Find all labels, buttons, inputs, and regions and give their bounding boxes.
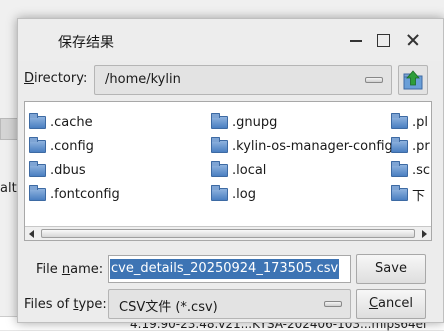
filename-label: File name: — [36, 262, 104, 277]
scroll-right-icon[interactable] — [418, 228, 430, 239]
directory-combo[interactable]: /home/kylin — [94, 65, 392, 95]
file-list-item[interactable]: .pr — [391, 136, 430, 156]
folder-icon — [29, 136, 46, 153]
file-name: .config — [50, 138, 94, 154]
folder-icon — [211, 112, 228, 129]
folder-icon — [29, 184, 46, 201]
folder-icon — [391, 136, 408, 153]
filename-input[interactable]: cve_details_20250924_173505.csv — [108, 255, 351, 283]
file-name: .fontconfig — [50, 186, 120, 202]
directory-label: Directory: — [24, 71, 88, 86]
file-list-item[interactable]: .dbus — [29, 160, 86, 180]
combo-handle-icon — [365, 77, 383, 83]
file-list-item[interactable]: .gnupg — [211, 112, 277, 132]
file-name: .local — [232, 162, 267, 178]
file-name: 下 — [412, 188, 426, 204]
directory-value: /home/kylin — [105, 72, 181, 87]
maximize-button[interactable] — [374, 31, 392, 49]
folder-icon — [391, 184, 408, 201]
scroll-left-icon[interactable] — [26, 228, 38, 239]
file-name: .dbus — [50, 162, 86, 178]
file-list-item[interactable]: 下 — [391, 184, 425, 204]
file-list-item[interactable]: .local — [211, 160, 266, 180]
file-name: .kylin-os-manager-config — [232, 138, 393, 154]
file-name: .pr — [412, 138, 430, 154]
close-button[interactable] — [404, 31, 422, 49]
file-name: .gnupg — [232, 114, 278, 130]
scrollbar-thumb[interactable] — [41, 229, 415, 238]
file-list[interactable]: .cache .config .dbus .fontconfig .gnupg .kyli… — [24, 101, 432, 241]
dialog-titlebar[interactable]: 保存结果 — [18, 19, 443, 61]
background-side-text: alt — [0, 181, 17, 196]
folder-icon — [391, 112, 408, 129]
filetype-label: Files of type: — [24, 297, 107, 312]
folder-icon — [211, 136, 228, 153]
file-list-item[interactable]: .cache — [29, 112, 93, 132]
file-name: .log — [232, 186, 256, 202]
cancel-button[interactable]: Cancel — [356, 289, 426, 319]
minimize-button[interactable] — [347, 31, 365, 49]
save-button[interactable]: Save — [356, 254, 426, 284]
combo-handle-icon — [324, 301, 342, 307]
file-list-item[interactable]: .pl — [391, 112, 428, 132]
horizontal-scrollbar[interactable] — [25, 226, 431, 240]
background-tab — [0, 118, 18, 140]
save-dialog: 保存结果 Directory: /home/kylin .cache .confi… — [17, 18, 444, 323]
filetype-value: CSV文件 (*.csv) — [119, 300, 218, 315]
file-name: .sc — [412, 162, 431, 178]
file-name: .pl — [412, 114, 428, 130]
folder-icon — [211, 184, 228, 201]
file-list-item[interactable]: .fontconfig — [29, 184, 120, 204]
file-name: .cache — [50, 114, 93, 130]
file-list-item[interactable]: .kylin-os-manager-config — [211, 136, 393, 156]
up-folder-button[interactable] — [398, 65, 428, 95]
folder-icon — [211, 160, 228, 177]
folder-icon — [29, 160, 46, 177]
filetype-combo[interactable]: CSV文件 (*.csv) — [108, 289, 351, 319]
file-list-item[interactable]: .sc — [391, 160, 430, 180]
folder-icon — [29, 112, 46, 129]
filename-value: cve_details_20250924_173505.csv — [110, 259, 340, 279]
dialog-title: 保存结果 — [58, 35, 114, 51]
up-folder-icon — [403, 70, 423, 90]
file-list-item[interactable]: .config — [29, 136, 94, 156]
folder-icon — [391, 160, 408, 177]
file-list-item[interactable]: .log — [211, 184, 256, 204]
